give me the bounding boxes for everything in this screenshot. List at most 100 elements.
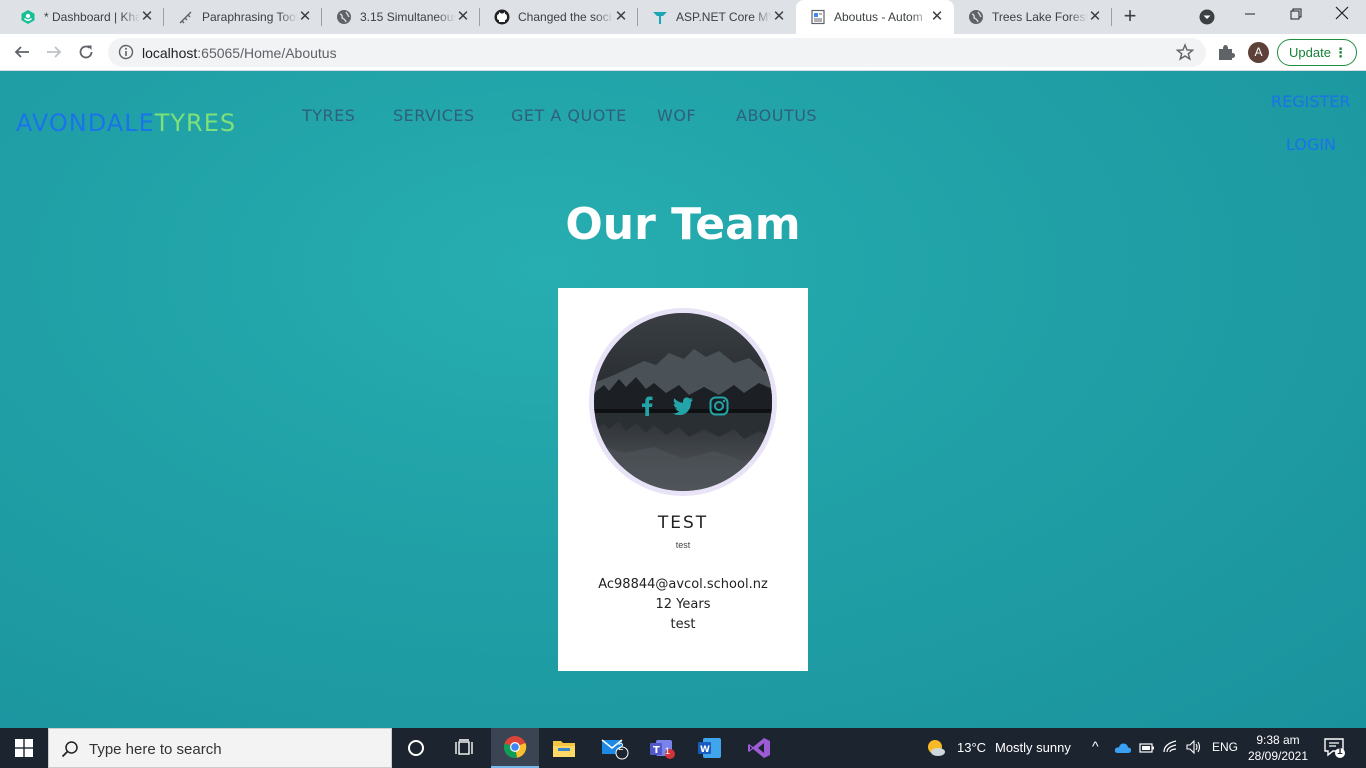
tab-close-icon[interactable]: ✕ [771, 9, 787, 25]
profile-avatar[interactable]: A [1248, 42, 1269, 63]
back-button[interactable] [10, 40, 34, 64]
wifi-icon[interactable] [1163, 740, 1179, 759]
start-button[interactable] [0, 728, 48, 768]
tab-close-icon[interactable]: ✕ [1087, 9, 1103, 25]
brand-avondale: AVONDALE [16, 109, 155, 137]
nav-get-a-quote[interactable]: GET A QUOTE [511, 106, 627, 125]
globe-icon [968, 9, 984, 25]
restore-button[interactable] [1276, 3, 1316, 29]
nav-services[interactable]: SERVICES [393, 106, 475, 125]
tab-close-icon[interactable]: ✕ [139, 9, 155, 25]
facebook-icon[interactable] [636, 395, 658, 417]
browser-tab-strip: * Dashboard | Kha ✕ Paraphrasing Tool ✕ … [0, 0, 1366, 34]
globe-icon [336, 9, 352, 25]
nav-wof[interactable]: WOF [657, 106, 696, 125]
clock-date: 28/09/2021 [1247, 749, 1309, 763]
tab-title: ASP.NET Core MV [676, 10, 772, 24]
social-links [594, 395, 772, 417]
page-title: Our Team [565, 199, 801, 250]
update-button[interactable]: Update ⋮ [1277, 39, 1357, 66]
browser-toolbar: localhost:65065/Home/Aboutus A Update ⋮ [0, 34, 1366, 71]
login-link[interactable]: LOGIN [1286, 135, 1336, 154]
page-icon [810, 9, 826, 25]
tutorial-icon [652, 9, 668, 25]
brand-tyres: TYRES [154, 109, 237, 137]
search-placeholder: Type here to search [89, 741, 222, 758]
notification-count: 1 [1337, 746, 1343, 757]
new-tab-button[interactable]: + [1118, 5, 1142, 29]
github-icon [494, 9, 510, 25]
register-link[interactable]: REGISTER [1271, 92, 1351, 111]
url-path: :65065/Home/Aboutus [197, 45, 337, 61]
nav-aboutus[interactable]: ABOUTUS [736, 106, 817, 125]
mail-icon[interactable]: 2 [591, 728, 639, 768]
cortana-icon[interactable] [392, 728, 440, 768]
url-text: localhost:65065/Home/Aboutus [142, 45, 337, 61]
search-icon [61, 740, 79, 758]
bookmark-star-icon[interactable] [1175, 43, 1195, 61]
instagram-icon[interactable] [708, 395, 730, 417]
forward-button[interactable] [42, 40, 66, 64]
word-icon[interactable]: W [686, 728, 734, 768]
extensions-puzzle-icon[interactable] [1216, 42, 1236, 62]
weather-text[interactable]: Mostly sunny [995, 740, 1071, 755]
tab-title: * Dashboard | Kha [44, 10, 140, 24]
tab-title: Aboutus - Autom [834, 10, 923, 24]
twitter-icon[interactable] [672, 395, 694, 417]
clock[interactable]: 9:38 am 28/09/2021 [1238, 732, 1318, 764]
member-name: TEST [657, 513, 709, 533]
clock-time: 9:38 am [1256, 733, 1300, 747]
tab-close-icon[interactable]: ✕ [297, 9, 313, 25]
browser-tab[interactable]: ASP.NET Core MV ✕ [638, 0, 796, 34]
taskbar-search-input[interactable]: Type here to search [48, 728, 392, 768]
visual-studio-icon[interactable] [735, 728, 783, 768]
tab-title: Paraphrasing Tool [202, 10, 298, 24]
teams-icon[interactable]: T 1 [638, 728, 686, 768]
tab-title: Changed the soci [518, 10, 612, 24]
team-member-card: TEST test Ac98844@avcol.school.nz 12 Yea… [558, 288, 808, 671]
member-role: test [675, 540, 691, 550]
tab-title: Trees Lake Forest [992, 10, 1088, 24]
browser-tab[interactable]: * Dashboard | Kha ✕ [6, 0, 164, 34]
chrome-taskbar-icon[interactable] [491, 728, 539, 768]
page-content: AVONDALETYRES TYRES SERVICES GET A QUOTE… [0, 71, 1366, 728]
onedrive-icon[interactable] [1114, 741, 1132, 759]
close-window-button[interactable] [1322, 3, 1362, 29]
menu-dots-icon: ⋮ [1334, 45, 1347, 60]
browser-tab[interactable]: Trees Lake Forest ✕ [954, 0, 1112, 34]
svg-text:W: W [700, 745, 710, 755]
svg-text:T: T [653, 745, 660, 756]
tab-search-icon[interactable] [1199, 9, 1215, 25]
tray-chevron-up-icon[interactable]: ^ [1092, 738, 1099, 754]
task-view-icon[interactable] [440, 728, 488, 768]
weather-temp[interactable]: 13°C [957, 740, 986, 755]
member-email: Ac98844@avcol.school.nz [598, 577, 768, 592]
language-indicator[interactable]: ENG [1212, 740, 1238, 754]
volume-icon[interactable] [1186, 739, 1202, 759]
teams-badge: 1 [665, 746, 671, 756]
tab-close-icon[interactable]: ✕ [929, 9, 945, 25]
weather-icon[interactable] [914, 728, 958, 768]
quill-icon [178, 9, 194, 25]
site-info-icon[interactable] [118, 44, 134, 60]
tab-close-icon[interactable]: ✕ [455, 9, 471, 25]
tab-separator [1111, 8, 1112, 26]
reload-button[interactable] [74, 40, 98, 64]
khanacademy-icon [20, 9, 36, 25]
minimize-button[interactable] [1230, 3, 1270, 29]
browser-tab-active[interactable]: Aboutus - Autom ✕ [796, 0, 954, 34]
member-experience: 12 Years [655, 597, 711, 612]
site-logo[interactable]: AVONDALETYRES [16, 109, 236, 137]
browser-tab[interactable]: Paraphrasing Tool ✕ [164, 0, 322, 34]
address-bar[interactable]: localhost:65065/Home/Aboutus [108, 38, 1206, 67]
update-label: Update [1289, 45, 1331, 60]
nav-tyres[interactable]: TYRES [302, 106, 355, 125]
battery-icon[interactable] [1139, 741, 1155, 759]
notification-center-icon[interactable]: 1 [1323, 736, 1347, 760]
tab-close-icon[interactable]: ✕ [613, 9, 629, 25]
tab-title: 3.15 Simultaneous [360, 10, 456, 24]
browser-tab[interactable]: 3.15 Simultaneous ✕ [322, 0, 480, 34]
file-explorer-icon[interactable] [540, 728, 588, 768]
browser-tab[interactable]: Changed the soci ✕ [480, 0, 638, 34]
url-host: localhost [142, 45, 198, 61]
